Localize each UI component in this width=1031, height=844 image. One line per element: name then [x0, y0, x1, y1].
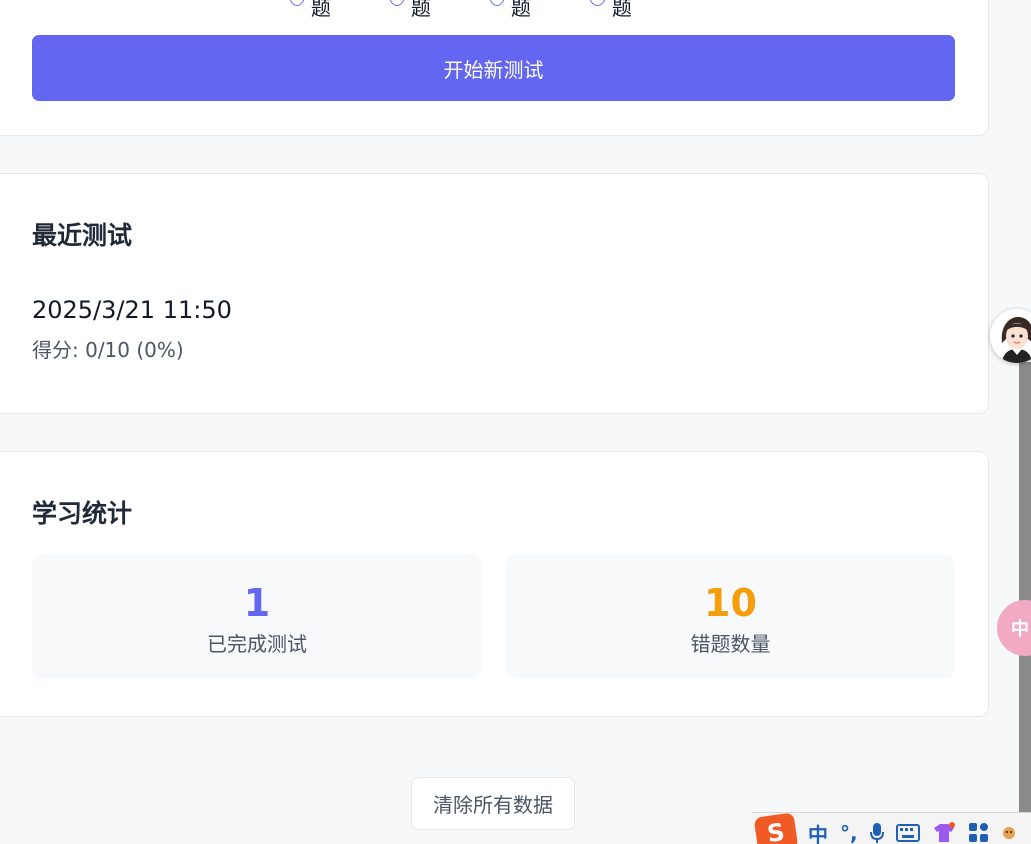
radio-label: 50题 [510, 0, 531, 20]
recent-test-date[interactable]: 2025/3/21 11:50 [32, 296, 232, 324]
wrong-questions-label: 错题数量 [690, 632, 771, 656]
toolbox-grid-icon[interactable] [968, 822, 990, 844]
clear-all-data-button[interactable]: 清除所有数据 [411, 777, 575, 830]
page: 10题 20题 50题 100题 开始新测试 最近测试 2025/3/21 11… [0, 0, 1031, 844]
skin-shirt-icon[interactable] [932, 822, 956, 844]
radio-label: 100题 [611, 0, 632, 20]
keyboard-icon[interactable] [895, 824, 920, 842]
assistant-avatar-icon[interactable] [990, 309, 1031, 363]
mascot-icon[interactable] [1002, 826, 1016, 840]
radio-label: 10题 [310, 0, 331, 20]
sogou-logo-icon[interactable]: S [753, 812, 799, 844]
floating-translate-button[interactable]: 中 [997, 600, 1031, 656]
completed-tests-stat: 1 已完成测试 [32, 554, 482, 679]
quiz-setup-card: 10题 20题 50题 100题 开始新测试 [0, 0, 989, 136]
study-stats-title: 学习统计 [32, 499, 133, 528]
wrong-questions-stat[interactable]: 10 错题数量 [506, 554, 955, 679]
start-new-test-button[interactable]: 开始新测试 [32, 35, 955, 101]
microphone-icon[interactable] [869, 822, 884, 844]
recent-test-score: 得分: 0/10 (0%) [32, 338, 184, 362]
ime-punctuation-toggle[interactable]: °, [840, 821, 858, 844]
radio-option-10[interactable]: 10题 [289, 0, 342, 21]
radio-unchecked-icon[interactable] [489, 0, 505, 6]
completed-tests-label: 已完成测试 [207, 632, 307, 656]
radio-unchecked-icon[interactable] [389, 0, 405, 6]
recent-tests-title: 最近测试 [32, 221, 133, 250]
radio-checked-icon[interactable] [289, 0, 305, 6]
completed-tests-value: 1 [243, 581, 271, 625]
radio-option-20[interactable]: 20题 [389, 0, 442, 21]
avatar-face-icon [990, 309, 1031, 363]
ime-toolbar: S 中 °, [752, 812, 1031, 844]
radio-option-50[interactable]: 50题 [489, 0, 542, 21]
floating-label: 中 [1011, 619, 1029, 640]
wrong-questions-value: 10 [704, 581, 757, 625]
recent-tests-card: 最近测试 2025/3/21 11:50 得分: 0/10 (0%) [0, 173, 989, 414]
radio-label: 20题 [410, 0, 431, 20]
study-stats-card: 学习统计 1 已完成测试 10 错题数量 [0, 451, 989, 717]
radio-option-100[interactable]: 100题 [589, 0, 655, 21]
radio-unchecked-icon[interactable] [589, 0, 606, 6]
ime-mode-toggle[interactable]: 中 [808, 819, 828, 844]
